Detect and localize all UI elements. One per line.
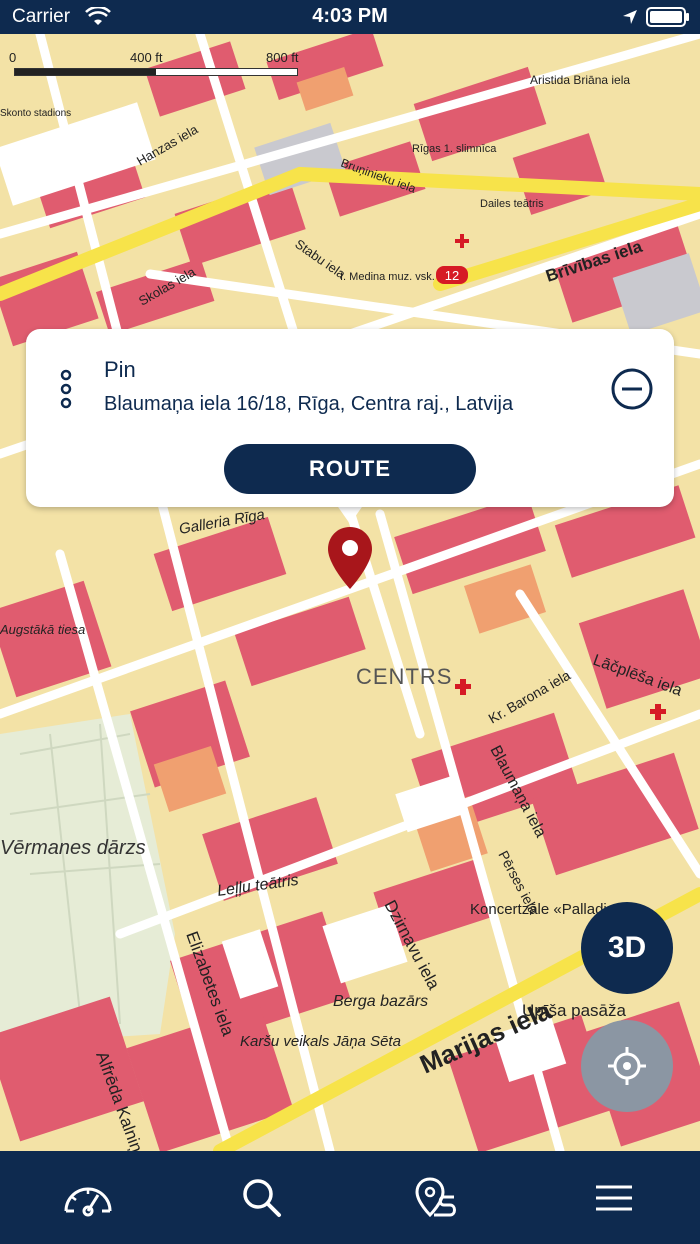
scale-label-0: 0 xyxy=(9,50,17,65)
district-label: CENTRS xyxy=(356,664,452,689)
tab-routes[interactable] xyxy=(410,1173,466,1223)
pin-address: Blaumaņa iela 16/18, Rīga, Centra raj., … xyxy=(104,393,514,415)
remove-pin-icon[interactable] xyxy=(610,367,654,411)
map-pin-icon[interactable] xyxy=(326,525,374,591)
scale-bar-track xyxy=(14,68,298,76)
scale-bar: 0 400 ft 800 ft xyxy=(8,50,308,76)
route-button[interactable]: ROUTE xyxy=(224,444,476,494)
location-arrow-icon xyxy=(623,10,637,24)
tab-search[interactable] xyxy=(234,1173,290,1223)
map-view[interactable]: 12 Brīvības iela Marijas iela Kr. Barona… xyxy=(0,34,700,1151)
hamburger-menu-icon xyxy=(596,1185,632,1211)
tab-dashboard[interactable] xyxy=(60,1173,116,1223)
search-icon xyxy=(243,1179,281,1217)
status-bar: Carrier 4:03 PM xyxy=(0,0,700,34)
bottom-tab-bar xyxy=(0,1151,700,1244)
battery-icon xyxy=(646,7,689,27)
scale-label-800: 800 ft xyxy=(266,50,299,65)
poi-label: Skonto stadions xyxy=(0,108,71,119)
location-info-card: Pin Blaumaņa iela 16/18, Rīga, Centra ra… xyxy=(26,329,674,507)
poi-label: Karšu veikals Jāņa Sēta xyxy=(240,1033,401,1050)
crosshair-icon xyxy=(608,1047,646,1085)
poi-label: Upīša pasāža xyxy=(522,1001,626,1020)
tab-menu[interactable] xyxy=(586,1173,642,1223)
park-label: Vērmanes dārzs xyxy=(0,837,146,859)
scale-label-400: 400 ft xyxy=(130,50,163,65)
toggle-3d-button[interactable]: 3D xyxy=(581,902,673,994)
poi-label: Rīgas 1. slimnīca xyxy=(412,143,497,155)
more-options-icon[interactable] xyxy=(56,369,76,409)
pin-title: Pin xyxy=(104,357,136,382)
poi-label: Berga bazārs xyxy=(333,993,428,1010)
road-badge: 12 xyxy=(445,268,459,283)
clock: 4:03 PM xyxy=(312,5,388,27)
poi-label: Augstākā tiesa xyxy=(0,622,85,637)
my-location-button[interactable] xyxy=(581,1020,673,1112)
speedometer-icon xyxy=(64,1187,112,1217)
street-label: Aristida Briāna iela xyxy=(530,73,630,87)
poi-label: Dailes teātris xyxy=(480,198,544,210)
map-pin-route-icon xyxy=(415,1177,456,1218)
poi-label: I. Medina muz. vsk. xyxy=(340,271,435,283)
